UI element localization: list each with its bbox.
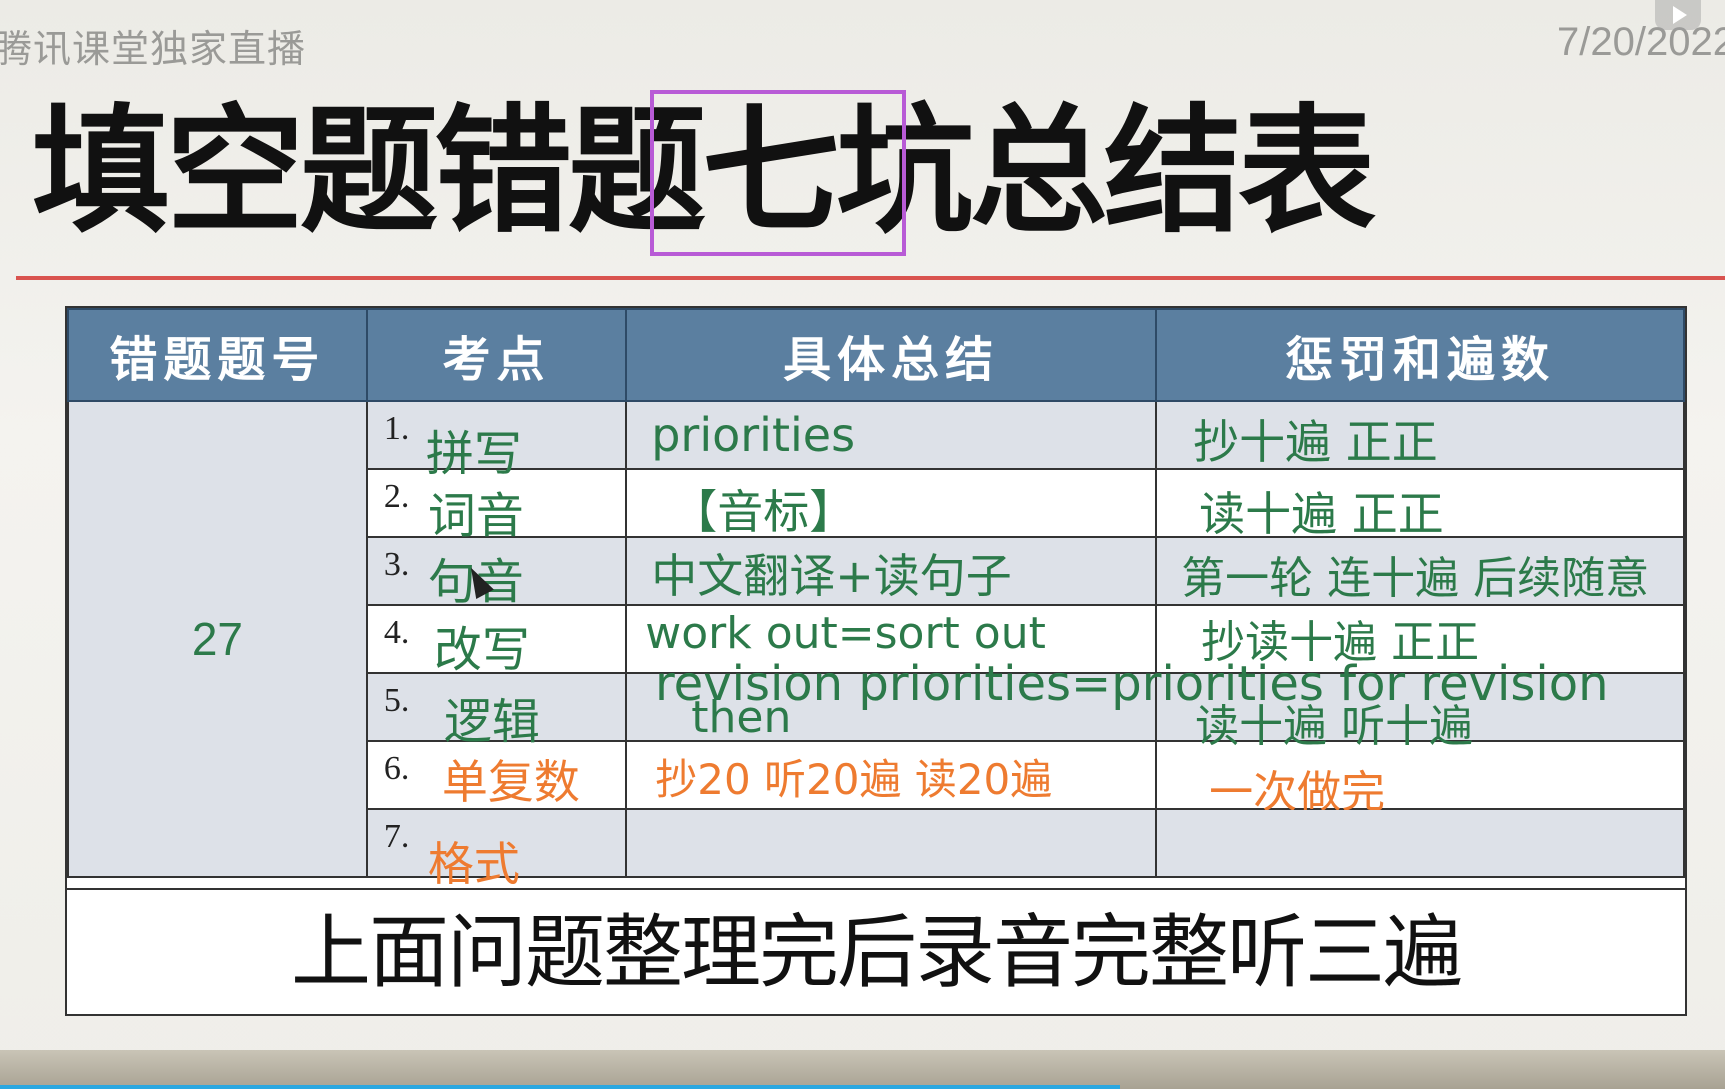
row-index: 4. — [383, 614, 410, 651]
point-cell: 2. 词音 — [365, 468, 628, 544]
video-control-bar[interactable] — [0, 1050, 1725, 1089]
penalty-cell: 第一轮 连十遍 后续随意 — [1155, 536, 1685, 606]
row-index: 3. — [383, 546, 410, 583]
watermark-text: 腾讯课堂独家直播 — [0, 27, 307, 71]
table-row: 27 1. 拼写 priorities 抄十遍 正正 — [67, 400, 1685, 878]
row-index: 1. — [383, 410, 410, 447]
column-header: 考点 — [365, 308, 628, 402]
summary-text: priorities — [651, 408, 856, 462]
column-header: 具体总结 — [625, 308, 1158, 402]
summary-cell: 抄20 听20遍 读20遍 — [625, 740, 1158, 810]
date-label: 7/20/2022 — [1557, 20, 1725, 64]
question-number-cell: 27 — [67, 400, 368, 878]
penalty-text: 读十遍 正正 — [1199, 487, 1444, 541]
summary-table: 错题题号 考点 具体总结 惩罚和遍数 27 1. 拼写 priorities 抄… — [65, 306, 1687, 1016]
summary-cell: 中文翻译+读句子 — [625, 536, 1158, 606]
playback-progress-bar[interactable] — [0, 1085, 1120, 1089]
penalty-text: 抄十遍 正正 — [1193, 415, 1438, 469]
summary-text: 【音标】 — [671, 485, 856, 539]
summary-cell — [625, 808, 1158, 878]
penalty-cell: 抄十遍 正正 — [1155, 400, 1685, 470]
summary-text: 中文翻译+读句子 — [651, 549, 1012, 603]
row-index: 6. — [383, 750, 410, 787]
footer-row: 上面问题整理完后录音完整听三遍 — [67, 888, 1685, 1014]
point-cell: 3. 句音 — [365, 536, 628, 610]
penalty-cell: 读十遍 正正 — [1155, 468, 1685, 541]
point-cell: 1. 拼写 — [365, 400, 628, 482]
point-cell: 4. 改写 — [365, 604, 628, 678]
row-index: 5. — [383, 682, 410, 719]
summary-text: work out=sort out — [645, 608, 1046, 659]
handwritten-note: revision priorities=priorities for revis… — [655, 656, 1609, 712]
title-divider — [16, 276, 1725, 280]
point-label: 单复数 — [441, 755, 580, 809]
summary-text: 抄20 听20遍 读20遍 — [655, 755, 1053, 804]
summary-cell: 【音标】 — [625, 468, 1158, 539]
question-number: 27 — [191, 613, 244, 665]
penalty-text: 第一轮 连十遍 后续随意 — [1181, 553, 1650, 604]
point-label: 格式 — [427, 837, 520, 891]
footer-instruction: 上面问题整理完后录音完整听三遍 — [291, 906, 1463, 999]
play-icon[interactable] — [1655, 0, 1701, 30]
point-cell: 7. 格式 — [365, 808, 628, 891]
point-cell: 5. 逻辑 — [365, 672, 628, 750]
penalty-cell — [1155, 808, 1685, 878]
row-index: 2. — [383, 478, 410, 515]
point-label: 改写 — [433, 622, 530, 678]
column-header: 错题题号 — [67, 308, 368, 402]
point-label: 词音 — [427, 488, 524, 544]
table-header-row: 错题题号 考点 具体总结 惩罚和遍数 — [67, 308, 1685, 402]
summary-cell: priorities — [625, 400, 1158, 470]
point-cell: 6. 单复数 — [365, 740, 628, 810]
penalty-cell: 一次做完 — [1155, 740, 1685, 818]
row-index: 7. — [383, 818, 410, 855]
column-header: 惩罚和遍数 — [1155, 308, 1685, 402]
title-highlight-box — [650, 90, 906, 256]
